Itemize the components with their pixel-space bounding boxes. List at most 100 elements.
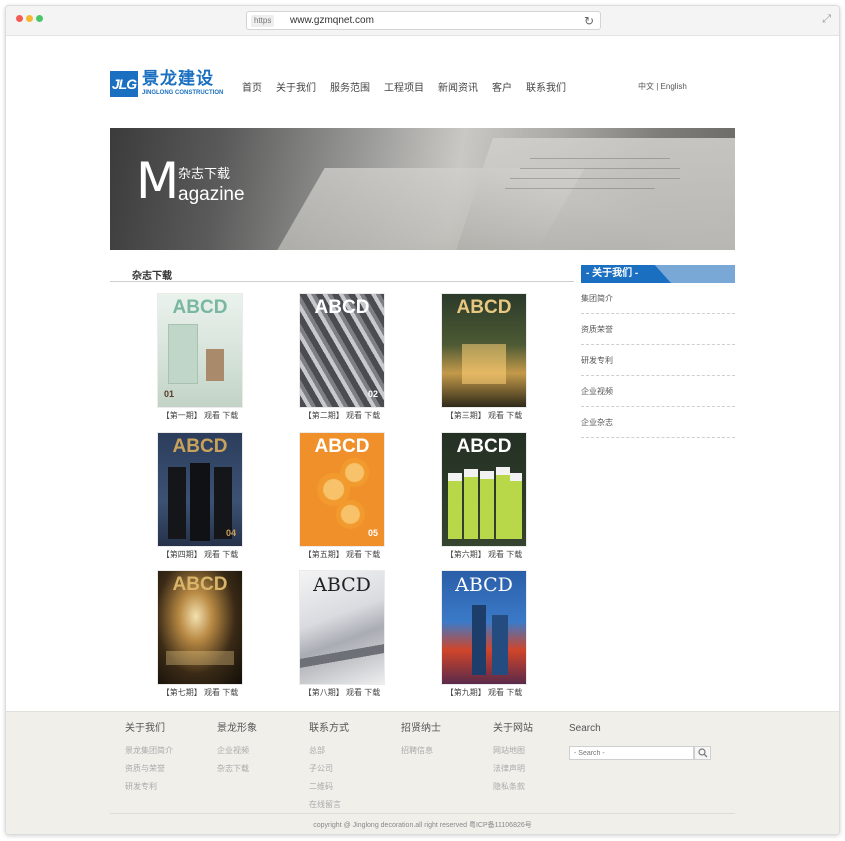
- logo-mark-icon: JLG: [110, 71, 138, 97]
- sidebar-item-videos[interactable]: 企业视频: [581, 376, 735, 407]
- footer-column-about: 关于我们 景龙集团简介 资质与荣誉 研发专利: [125, 722, 173, 796]
- reload-icon[interactable]: ↻: [584, 14, 594, 28]
- url-text[interactable]: www.gzmqnet.com: [290, 15, 374, 27]
- view-link[interactable]: 观看: [488, 688, 504, 697]
- issue-label: 【第八期】: [303, 688, 344, 697]
- footer-link[interactable]: 网站地图: [493, 742, 533, 760]
- issue-label: 【第六期】: [445, 550, 486, 559]
- footer-link[interactable]: 二维码: [309, 778, 349, 796]
- nav-item-clients[interactable]: 客户: [492, 79, 512, 94]
- magazine-caption: 【第二期】 观看 下载: [292, 410, 392, 421]
- sidebar-title: - 关于我们 -: [581, 265, 671, 283]
- site-logo[interactable]: JLG 景龙建设 JINGLONG CONSTRUCTION: [110, 69, 232, 99]
- logo-chinese-name: 景龙建设: [142, 69, 214, 88]
- cover-brand: ABCD: [314, 297, 370, 318]
- sidebar-item-honors[interactable]: 资质荣誉: [581, 314, 735, 345]
- nav-item-services[interactable]: 服务范围: [330, 79, 370, 94]
- cover-brand: ABCD: [172, 574, 228, 595]
- footer-column-careers: 招贤纳士 招聘信息: [401, 722, 441, 760]
- cover-number: 04: [225, 528, 236, 538]
- view-link[interactable]: 观看: [488, 411, 504, 420]
- magazine-caption: 【第八期】 观看 下载: [292, 687, 392, 698]
- download-link[interactable]: 下载: [506, 688, 522, 697]
- magazine-cover[interactable]: ABCD 05: [300, 433, 384, 546]
- magazine-cover[interactable]: ABCD 01: [158, 294, 242, 407]
- magazine-caption: 【第四期】 观看 下载: [150, 549, 250, 560]
- cover-number: 05: [367, 528, 378, 538]
- web-page: JLG 景龙建设 JINGLONG CONSTRUCTION 首页 关于我们 服…: [6, 36, 839, 834]
- footer-column-contact: 联系方式 总部 子公司 二维码 在线留言: [309, 722, 349, 814]
- footer-link[interactable]: 招聘信息: [401, 742, 441, 760]
- nav-item-contact[interactable]: 联系我们: [526, 79, 566, 94]
- magazine-caption: 【第五期】 观看 下载: [292, 549, 392, 560]
- cover-brand: ABCD: [456, 297, 512, 318]
- section-header: 杂志下载: [110, 263, 574, 282]
- minimize-window-icon[interactable]: [26, 15, 33, 22]
- footer-column-title: 景龙形象: [217, 723, 257, 734]
- issue-label: 【第一期】: [161, 411, 202, 420]
- magazine-cover[interactable]: ABCD: [442, 433, 526, 546]
- fullscreen-icon[interactable]: ⤢: [822, 13, 831, 25]
- footer-link[interactable]: 景龙集团简介: [125, 742, 173, 760]
- footer-link[interactable]: 研发专利: [125, 778, 173, 796]
- footer-link[interactable]: 子公司: [309, 760, 349, 778]
- footer-column-site: 关于网站 网站地图 法律声明 隐私条款: [493, 722, 533, 796]
- footer-column-title: 关于我们: [125, 723, 165, 734]
- view-link[interactable]: 观看: [346, 550, 362, 559]
- logo-english-name: JINGLONG CONSTRUCTION: [142, 90, 224, 96]
- sidebar-header: - 关于我们 -: [581, 265, 735, 283]
- maximize-window-icon[interactable]: [36, 15, 43, 22]
- nav-item-news[interactable]: 新闻资讯: [438, 79, 478, 94]
- issue-label: 【第七期】: [161, 688, 202, 697]
- footer-link[interactable]: 法律声明: [493, 760, 533, 778]
- footer-link[interactable]: 企业视频: [217, 742, 257, 760]
- sidebar-item-magazine[interactable]: 企业杂志: [581, 407, 735, 438]
- download-link[interactable]: 下载: [364, 550, 380, 559]
- sidebar-item-patents[interactable]: 研发专利: [581, 345, 735, 376]
- download-link[interactable]: 下载: [364, 688, 380, 697]
- banner-text-line: [520, 168, 680, 169]
- view-link[interactable]: 观看: [346, 688, 362, 697]
- issue-label: 【第五期】: [303, 550, 344, 559]
- footer-divider: [110, 813, 735, 814]
- cover-brand: ABCD: [313, 574, 371, 596]
- view-link[interactable]: 观看: [204, 550, 220, 559]
- magazine-cover[interactable]: ABCD: [442, 294, 526, 407]
- address-bar[interactable]: https www.gzmqnet.com ↻: [246, 11, 601, 30]
- magazine-cover[interactable]: ABCD: [158, 571, 242, 684]
- nav-item-about[interactable]: 关于我们: [276, 79, 316, 94]
- magazine-cover[interactable]: ABCD 02: [300, 294, 384, 407]
- download-link[interactable]: 下载: [222, 411, 238, 420]
- nav-item-projects[interactable]: 工程项目: [384, 79, 424, 94]
- search-button[interactable]: [694, 746, 711, 760]
- lang-separator: |: [656, 82, 659, 91]
- sidebar: - 关于我们 - 集团简介 资质荣誉 研发专利 企业视频 企业杂志: [581, 265, 735, 438]
- magazine-caption: 【第九期】 观看 下载: [434, 687, 534, 698]
- sidebar-item-group-intro[interactable]: 集团简介: [581, 283, 735, 314]
- magazine-cover[interactable]: ABCD: [300, 571, 384, 684]
- lang-english-link[interactable]: English: [661, 82, 687, 91]
- view-link[interactable]: 观看: [488, 550, 504, 559]
- view-link[interactable]: 观看: [204, 688, 220, 697]
- download-link[interactable]: 下载: [506, 411, 522, 420]
- search-input[interactable]: [569, 746, 694, 760]
- download-link[interactable]: 下载: [222, 688, 238, 697]
- footer-link[interactable]: 隐私条款: [493, 778, 533, 796]
- download-link[interactable]: 下载: [364, 411, 380, 420]
- magazine-cover[interactable]: ABCD 04: [158, 433, 242, 546]
- view-link[interactable]: 观看: [346, 411, 362, 420]
- footer-link[interactable]: 在线留言: [309, 796, 349, 814]
- footer-link[interactable]: 资质与荣誉: [125, 760, 173, 778]
- close-window-icon[interactable]: [16, 15, 23, 22]
- nav-item-home[interactable]: 首页: [242, 79, 262, 94]
- footer-link[interactable]: 总部: [309, 742, 349, 760]
- lang-chinese-link[interactable]: 中文: [638, 82, 654, 91]
- download-link[interactable]: 下载: [506, 550, 522, 559]
- banner-big-letter: M: [136, 152, 180, 210]
- cover-brand: ABCD: [456, 436, 512, 457]
- view-link[interactable]: 观看: [204, 411, 220, 420]
- footer-link[interactable]: 杂志下载: [217, 760, 257, 778]
- download-link[interactable]: 下载: [222, 550, 238, 559]
- magazine-cover[interactable]: ABCD: [442, 571, 526, 684]
- footer-column-title: 关于网站: [493, 723, 533, 734]
